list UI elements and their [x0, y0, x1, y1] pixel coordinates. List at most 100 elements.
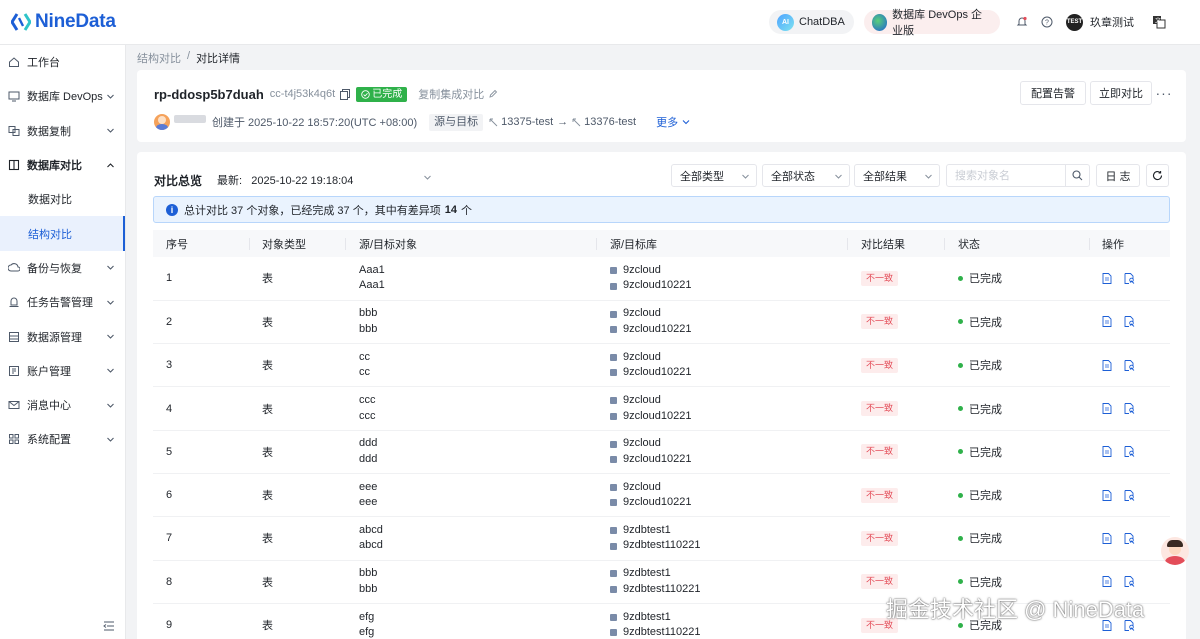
sidebar-item-alarm[interactable]: 任务告警管理: [0, 285, 125, 319]
source-object[interactable]: bbb: [359, 306, 597, 322]
source-object[interactable]: bbb: [359, 566, 597, 582]
breadcrumb-parent[interactable]: 结构对比: [137, 50, 181, 66]
sidebar-item-db-compare[interactable]: 数据库对比: [0, 148, 125, 182]
generate-sql-icon[interactable]: [1124, 446, 1135, 458]
language-icon[interactable]: 文: [1152, 15, 1166, 29]
generate-sql-icon[interactable]: [1124, 489, 1135, 501]
sidebar-item-replication[interactable]: 数据复制: [0, 114, 125, 148]
target-object[interactable]: efg: [359, 625, 597, 639]
search-button[interactable]: [1065, 165, 1089, 186]
sidebar-item-messages[interactable]: 消息中心: [0, 388, 125, 422]
assistant-avatar-button[interactable]: [1161, 537, 1189, 565]
source-database: 9zcloud: [623, 307, 661, 320]
sidebar-item-account[interactable]: 账户管理: [0, 354, 125, 388]
type-filter-select[interactable]: 全部类型: [671, 164, 757, 187]
sidebar-item-label: 账户管理: [27, 365, 71, 378]
status-text: 已完成: [969, 273, 1002, 286]
generate-sql-icon[interactable]: [1124, 403, 1135, 414]
result-filter-select[interactable]: 全部结果: [854, 164, 940, 187]
notification-button[interactable]: [1012, 16, 1032, 28]
sidebar-item-devops[interactable]: 数据库 DevOps: [0, 79, 125, 113]
latest-run-select[interactable]: 最新: 2025-10-22 19:18:04: [217, 172, 353, 188]
view-detail-icon[interactable]: [1102, 489, 1112, 501]
row-index: 7: [153, 516, 250, 561]
database-icon: [610, 310, 617, 318]
view-detail-icon[interactable]: [1102, 359, 1112, 371]
object-search-input[interactable]: [947, 165, 1065, 186]
run-compare-button[interactable]: 立即对比: [1090, 81, 1152, 105]
sidebar-item-label: 系统配置: [27, 434, 71, 447]
target-database: 9zcloud10221: [623, 409, 692, 422]
target-object[interactable]: cc: [359, 365, 597, 381]
search-icon: [1072, 170, 1083, 181]
home-icon: [9, 57, 19, 68]
edition-button[interactable]: 数据库 DevOps 企业版: [864, 9, 1000, 37]
chatdba-button[interactable]: AI ChatDBA: [769, 10, 854, 34]
help-button[interactable]: ?: [1037, 16, 1057, 28]
copy-compare-link[interactable]: 复制集成对比: [418, 86, 498, 102]
configure-alarm-button[interactable]: 配置告警: [1020, 81, 1086, 105]
source-object[interactable]: Aaa1: [359, 263, 597, 279]
sidebar-item-label: 数据源管理: [27, 331, 82, 344]
log-button[interactable]: 日 志: [1096, 164, 1140, 187]
target-object[interactable]: ddd: [359, 452, 597, 468]
view-detail-icon[interactable]: [1102, 272, 1112, 284]
sidebar-item-system[interactable]: 系统配置: [0, 422, 125, 456]
row-objects: abcd abcd: [346, 516, 597, 561]
target-object[interactable]: ccc: [359, 409, 597, 425]
row-object-type: 表: [250, 430, 346, 474]
source-endpoint[interactable]: 13375-test: [489, 116, 553, 128]
chevron-down-icon[interactable]: [423, 173, 432, 182]
view-detail-icon[interactable]: [1102, 446, 1112, 458]
source-database: 9zdbtest1: [623, 567, 671, 580]
row-index: 6: [153, 473, 250, 518]
generate-sql-icon[interactable]: [1124, 359, 1135, 371]
refresh-button[interactable]: [1146, 164, 1169, 187]
sidebar-subitem-structure-compare[interactable]: 结构对比: [0, 216, 125, 252]
view-detail-icon[interactable]: [1102, 576, 1112, 588]
brand-name: NineData: [35, 11, 116, 32]
collapse-sidebar-icon[interactable]: [103, 620, 115, 632]
row-object-type: 表: [250, 603, 346, 639]
result-badge: 不一致: [861, 574, 899, 590]
chevron-down-icon: [107, 368, 114, 374]
logo-mark-icon: [11, 13, 31, 31]
source-object[interactable]: ccc: [359, 393, 597, 409]
target-object[interactable]: eee: [359, 495, 597, 511]
sidebar-subitem-data-compare[interactable]: 数据对比: [0, 182, 125, 216]
brand-logo[interactable]: NineData: [11, 11, 125, 33]
overview-title: 对比总览: [154, 174, 203, 188]
status-dot: [958, 492, 963, 498]
view-detail-icon[interactable]: [1102, 403, 1112, 414]
target-object[interactable]: bbb: [359, 582, 597, 598]
mail-icon: [8, 401, 20, 410]
generate-sql-icon[interactable]: [1124, 272, 1135, 284]
target-name: 13376-test: [584, 116, 637, 128]
source-object[interactable]: ddd: [359, 436, 597, 452]
source-object[interactable]: efg: [359, 610, 597, 626]
source-object[interactable]: abcd: [359, 523, 597, 539]
target-object[interactable]: Aaa1: [359, 278, 597, 294]
source-object[interactable]: eee: [359, 480, 597, 496]
status-dot: [958, 579, 963, 585]
source-object[interactable]: cc: [359, 350, 597, 366]
view-detail-icon[interactable]: [1102, 316, 1112, 328]
sidebar-item-workbench[interactable]: 工作台: [0, 45, 125, 79]
copy-icon[interactable]: [340, 88, 351, 100]
view-detail-icon[interactable]: [1102, 532, 1112, 544]
user-menu[interactable]: TEST 玖章测试: [1066, 13, 1134, 31]
status-filter-select[interactable]: 全部状态: [762, 164, 850, 187]
sidebar-item-datasource[interactable]: 数据源管理: [0, 319, 125, 353]
target-endpoint[interactable]: 13376-test: [572, 116, 636, 128]
generate-sql-icon[interactable]: [1124, 576, 1135, 588]
more-actions-icon[interactable]: ···: [1156, 81, 1172, 105]
target-object[interactable]: bbb: [359, 322, 597, 338]
chevron-down-icon: [742, 174, 749, 179]
help-icon: ?: [1041, 16, 1053, 28]
target-object[interactable]: abcd: [359, 538, 597, 554]
generate-sql-icon[interactable]: [1124, 532, 1135, 544]
globe-icon: [872, 13, 888, 31]
sidebar-item-backup[interactable]: 备份与恢复: [0, 251, 125, 285]
generate-sql-icon[interactable]: [1124, 316, 1135, 328]
more-link[interactable]: 更多: [656, 114, 691, 130]
